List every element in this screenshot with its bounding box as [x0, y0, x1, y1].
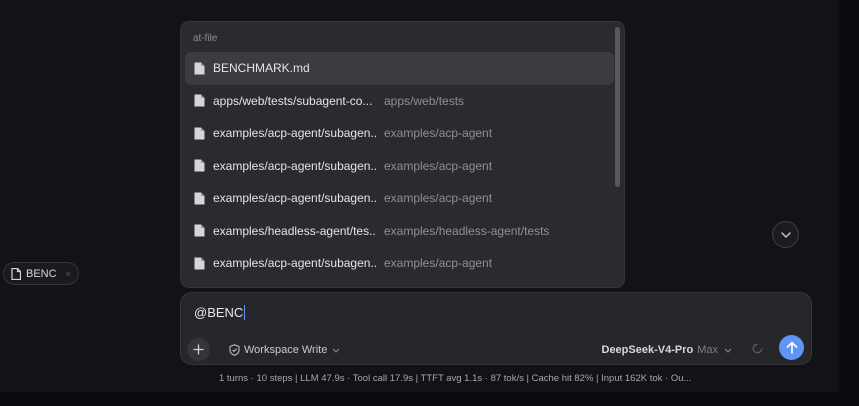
popup-header: at-file: [193, 33, 218, 44]
item-path: examples/acp-agent: [384, 191, 493, 206]
item-name: examples/acp-agent/subagen...: [213, 256, 376, 271]
attachment-chip-label: BENC: [26, 267, 57, 280]
file-icon: [194, 127, 205, 140]
popup-item[interactable]: apps/web/tests/subagent-co... apps/web/t…: [185, 85, 614, 118]
model-name: DeepSeek-V4-Pro: [601, 344, 694, 356]
item-name: examples/acp-agent/subagen...: [213, 126, 376, 141]
message-input-value: @BENC: [194, 305, 244, 320]
item-name: examples/acp-agent/subagen...: [213, 191, 376, 206]
right-edge: [839, 0, 859, 406]
popup-item[interactable]: examples/acp-agent/subagen... examples/a…: [185, 247, 614, 280]
file-icon: [194, 159, 205, 172]
message-input[interactable]: @BENC: [194, 305, 246, 320]
arrow-up-icon: [786, 341, 797, 354]
popup-list: BENCHMARK.md apps/web/tests/subagent-co.…: [185, 52, 614, 280]
text-caret: [244, 305, 246, 320]
file-mention-popup: at-file BENCHMARK.md apps/web/tests/suba…: [180, 21, 625, 288]
item-name: BENCHMARK.md: [213, 61, 310, 76]
model-effort: Max: [697, 344, 718, 356]
item-path: apps/web/tests: [384, 93, 465, 108]
item-name: examples/acp-agent/subagen...: [213, 158, 376, 173]
permission-mode-label: Workspace Write: [244, 344, 328, 356]
loading-spinner-icon: [752, 343, 763, 354]
chevron-down-icon: [780, 231, 791, 238]
item-path: examples/acp-agent: [384, 256, 493, 271]
chip-close-icon[interactable]: ×: [66, 269, 71, 279]
send-button[interactable]: [779, 335, 804, 360]
popup-item[interactable]: examples/acp-agent/subagen... examples/a…: [185, 150, 614, 183]
file-icon: [194, 192, 205, 205]
popup-item[interactable]: examples/acp-agent/subagen... examples/a…: [185, 117, 614, 150]
item-path: examples/acp-agent: [384, 158, 493, 173]
file-icon: [194, 224, 205, 237]
plus-icon: [193, 344, 204, 355]
scroll-to-bottom-button[interactable]: [772, 221, 799, 248]
session-stats: 1 turns · 10 steps | LLM 47.9s · Tool ca…: [219, 373, 692, 384]
item-path: examples/acp-agent: [384, 126, 493, 141]
add-attachment-button[interactable]: [187, 338, 210, 361]
item-path: examples/headless-agent/tests: [384, 223, 550, 238]
permission-mode-select[interactable]: Workspace Write: [229, 341, 340, 359]
file-icon: [11, 267, 21, 280]
popup-item[interactable]: examples/acp-agent/subagen... examples/a…: [185, 182, 614, 215]
model-select[interactable]: DeepSeek-V4-Pro Max: [602, 341, 733, 359]
message-composer: @BENC Workspace Write DeepSeek-V4-Pro Ma…: [180, 292, 812, 365]
popup-scrollbar[interactable]: [615, 27, 620, 187]
item-name: apps/web/tests/subagent-co...: [213, 93, 373, 108]
bottom-edge: [0, 392, 859, 406]
attachment-chip[interactable]: BENC ×: [3, 262, 79, 285]
item-name: examples/headless-agent/tes...: [213, 223, 376, 238]
file-icon: [194, 62, 205, 75]
chevron-down-icon: [724, 348, 732, 353]
popup-item[interactable]: examples/headless-agent/tes... examples/…: [185, 215, 614, 248]
popup-item[interactable]: BENCHMARK.md: [185, 52, 614, 85]
app-window: BENC × at-file BENCHMARK.md apps/web/tes…: [0, 0, 859, 406]
shield-icon: [229, 344, 240, 356]
file-icon: [194, 94, 205, 107]
file-icon: [194, 257, 205, 270]
chevron-down-icon: [332, 348, 340, 353]
